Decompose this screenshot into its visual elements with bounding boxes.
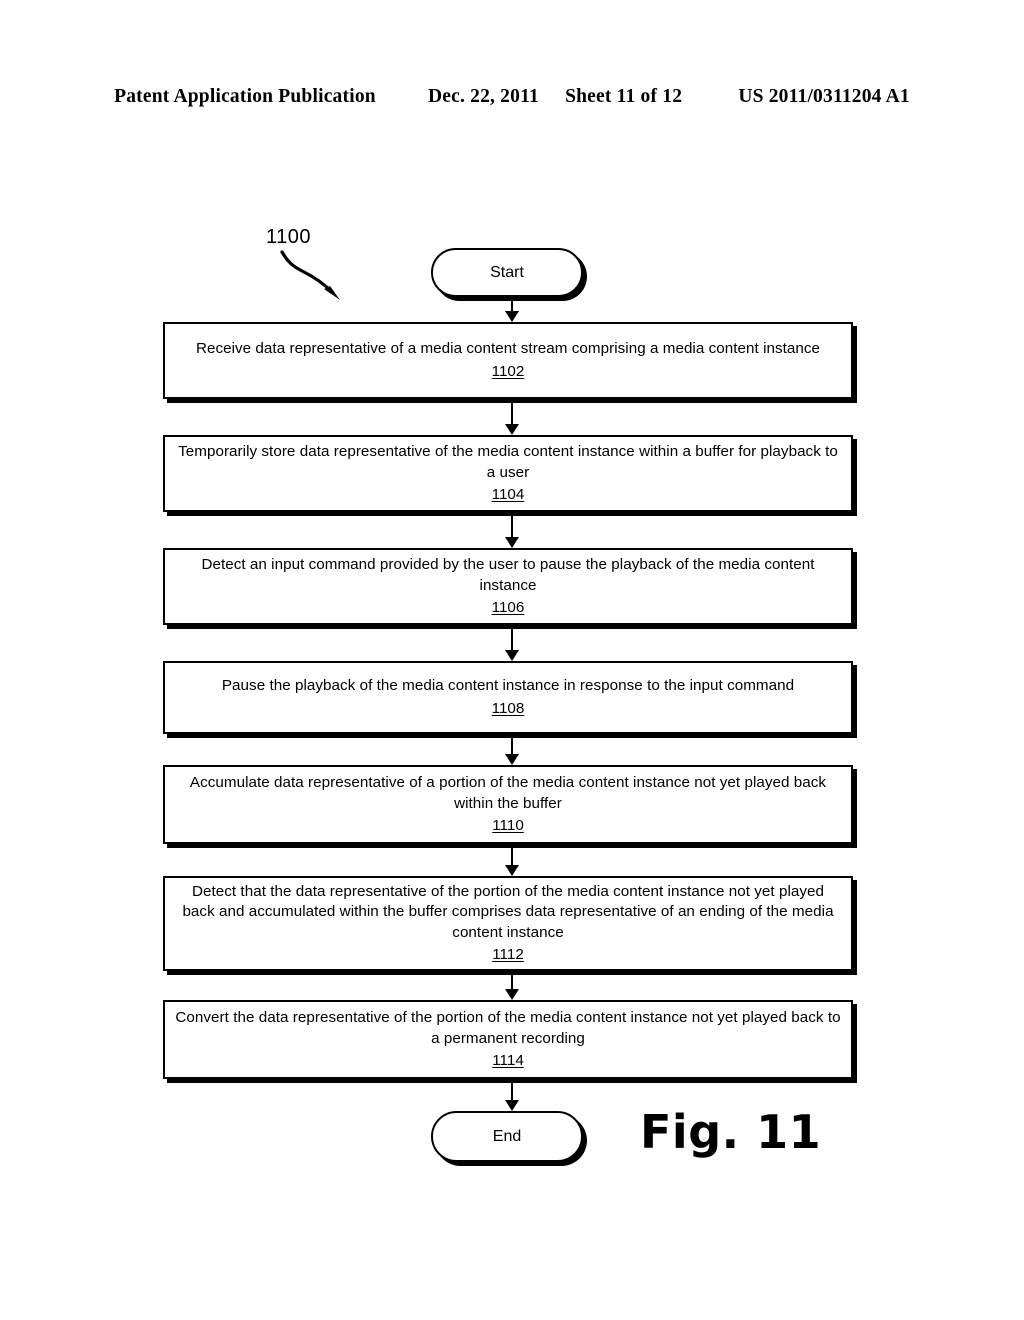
flowchart-step-1106[interactable]: Detect an input command provided by the …	[163, 548, 853, 625]
connector-1102-to-1104	[505, 401, 519, 435]
step-1114-number: 1114	[492, 1052, 524, 1069]
flowchart-step-1110[interactable]: Accumulate data representative of a port…	[163, 765, 853, 844]
flowchart-step-1102[interactable]: Receive data representative of a media c…	[163, 322, 853, 399]
step-1102-number: 1102	[491, 362, 525, 380]
step-1110-number: 1110	[492, 817, 524, 834]
step-1108-number: 1108	[491, 699, 525, 717]
connector-1114-to-end	[505, 1081, 519, 1111]
start-node-label: Start	[490, 263, 524, 281]
connector-start-to-1102	[505, 299, 519, 322]
figure-reference-numeral: 1100	[266, 226, 312, 248]
flowchart-step-1112[interactable]: Detect that the data representative of t…	[163, 876, 853, 971]
step-1110-text: Accumulate data representative of a port…	[189, 774, 827, 812]
reference-leader-arrow-icon	[280, 250, 340, 300]
connector-1104-to-1106	[505, 514, 519, 548]
step-1112-text: Detect that the data representative of t…	[182, 882, 834, 941]
flowchart-step-1114[interactable]: Convert the data representative of the p…	[163, 1000, 853, 1079]
step-1104-text: Temporarily store data representative of…	[178, 443, 838, 481]
step-1114-text: Convert the data representative of the p…	[175, 1009, 841, 1047]
step-1112-number: 1112	[492, 946, 524, 964]
end-node-label: End	[492, 1127, 522, 1145]
step-1106-number: 1106	[491, 599, 525, 616]
flowchart-diagram: 1100 Start Receive data representative o…	[0, 0, 1024, 1320]
step-1104-number: 1104	[491, 486, 525, 503]
figure-caption: Fig. 11	[640, 1105, 822, 1159]
flowchart-end-node[interactable]: End	[431, 1111, 583, 1162]
flowchart-step-1108[interactable]: Pause the playback of the media content …	[163, 661, 853, 734]
step-1108-text: Pause the playback of the media content …	[221, 677, 795, 695]
connector-1112-to-1114	[505, 973, 519, 1000]
flowchart-step-1104[interactable]: Temporarily store data representative of…	[163, 435, 853, 512]
flowchart-start-node[interactable]: Start	[431, 248, 583, 297]
step-1106-text: Detect an input command provided by the …	[201, 556, 815, 594]
step-1102-text: Receive data representative of a media c…	[195, 340, 821, 358]
connector-1108-to-1110	[505, 736, 519, 765]
connector-1106-to-1108	[505, 627, 519, 661]
connector-1110-to-1112	[505, 846, 519, 876]
